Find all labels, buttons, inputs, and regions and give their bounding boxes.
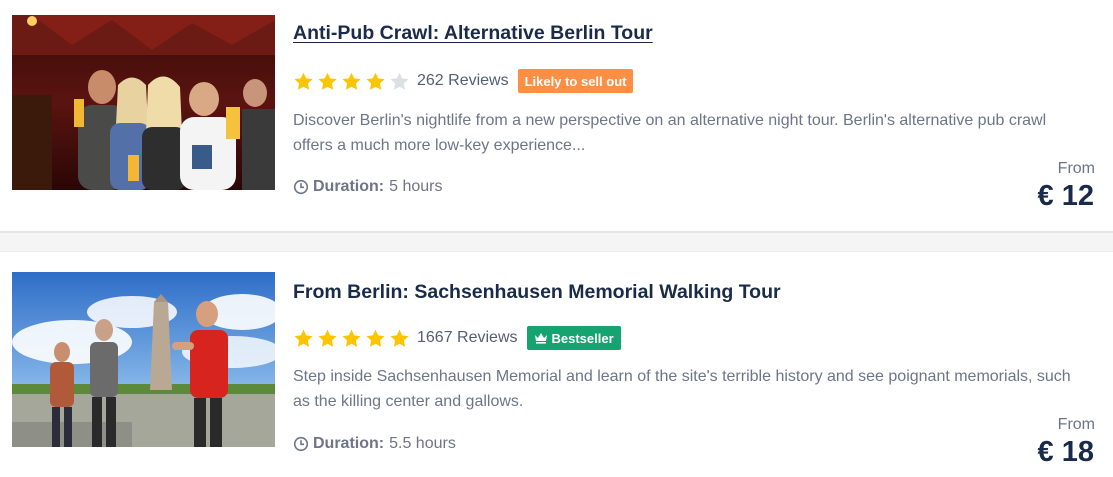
- clock-icon: [293, 436, 309, 452]
- star-filled-icon: [341, 328, 362, 349]
- price-value: € 18: [1037, 436, 1094, 468]
- sachsenhausen-photo: [12, 272, 275, 447]
- star-filled-icon: [317, 328, 338, 349]
- tour-card[interactable]: Anti-Pub Crawl: Alternative Berlin Tour …: [0, 0, 1113, 232]
- price-from-label: From: [1057, 160, 1095, 177]
- review-count[interactable]: 262 Reviews: [417, 72, 509, 90]
- clock-icon: [293, 179, 309, 195]
- price-from-label: From: [1057, 416, 1095, 433]
- star-filled-icon: [365, 71, 386, 92]
- star-filled-icon: [293, 71, 314, 92]
- star-empty-icon: [389, 71, 410, 92]
- tour-description: Discover Berlin's nightlife from a new p…: [293, 112, 1047, 154]
- star-filled-icon: [389, 328, 410, 349]
- rating-row: 262 Reviews Likely to sell out: [293, 69, 634, 93]
- tour-image[interactable]: [12, 15, 275, 190]
- card-divider: [0, 231, 1113, 252]
- tour-card[interactable]: From Berlin: Sachsenhausen Memorial Walk…: [0, 252, 1113, 477]
- crown-icon: [534, 333, 547, 344]
- duration-value: 5.5 hours: [389, 435, 456, 452]
- star-filled-icon: [293, 328, 314, 349]
- likely-to-sell-out-badge: Likely to sell out: [517, 69, 634, 93]
- bestseller-label: Bestseller: [551, 330, 614, 346]
- star-filled-icon: [317, 71, 338, 92]
- tour-image[interactable]: [12, 272, 275, 447]
- rating-row: 1667 Reviews Bestseller: [293, 326, 621, 350]
- tour-duration: Duration: 5 hours: [293, 178, 442, 196]
- tour-title[interactable]: From Berlin: Sachsenhausen Memorial Walk…: [293, 281, 781, 304]
- pub-crawl-photo: [12, 15, 275, 190]
- duration-value: 5 hours: [389, 178, 443, 195]
- duration-label: Duration:: [313, 435, 385, 452]
- star-rating: [293, 71, 413, 92]
- star-rating: [293, 328, 413, 349]
- price-value: € 12: [1037, 180, 1094, 212]
- tour-title[interactable]: Anti-Pub Crawl: Alternative Berlin Tour: [293, 22, 653, 45]
- review-count[interactable]: 1667 Reviews: [417, 329, 518, 347]
- tour-duration: Duration: 5.5 hours: [293, 435, 456, 453]
- bestseller-badge: Bestseller: [526, 326, 621, 350]
- duration-label: Duration:: [313, 178, 385, 195]
- star-filled-icon: [365, 328, 386, 349]
- tour-description: Step inside Sachsenhausen Memorial and l…: [293, 368, 1071, 410]
- star-filled-icon: [341, 71, 362, 92]
